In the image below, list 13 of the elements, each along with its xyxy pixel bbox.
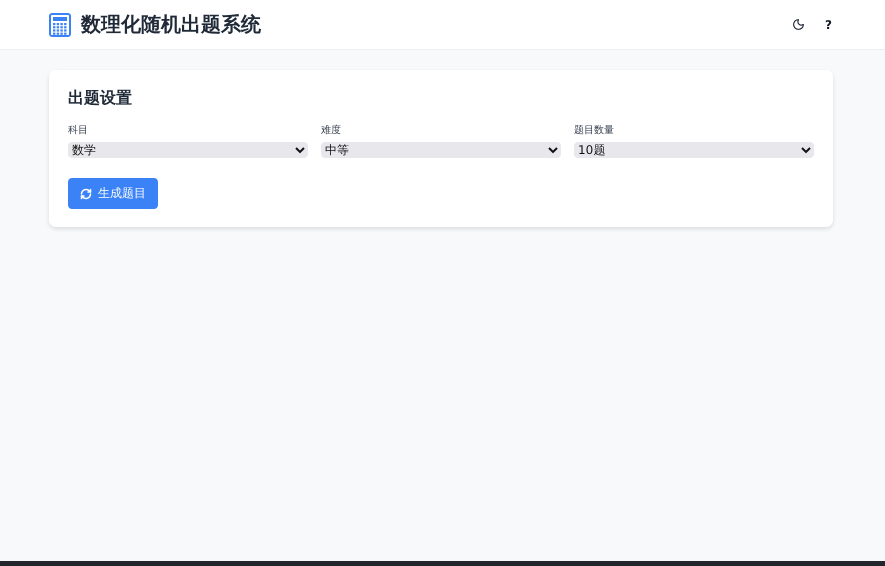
card-title: 出题设置 [68, 88, 133, 109]
generate-button[interactable]: 生成题目 [68, 178, 158, 209]
field-label: 科目 [68, 124, 89, 137]
dropdown-field[interactable]: 10题 [574, 142, 814, 158]
dropdown-field[interactable]: 中等 [321, 142, 561, 158]
calculator-icon [49, 12, 71, 36]
moon-icon [792, 18, 806, 31]
field-label: 难度 [321, 124, 342, 137]
refresh-icon [80, 188, 92, 200]
app-title: 数理化随机出题系统 [81, 11, 261, 38]
dropdown-field[interactable]: 数学 [68, 142, 308, 158]
help-button[interactable]: ? [821, 14, 836, 36]
field-label: 题目数量 [574, 124, 615, 137]
